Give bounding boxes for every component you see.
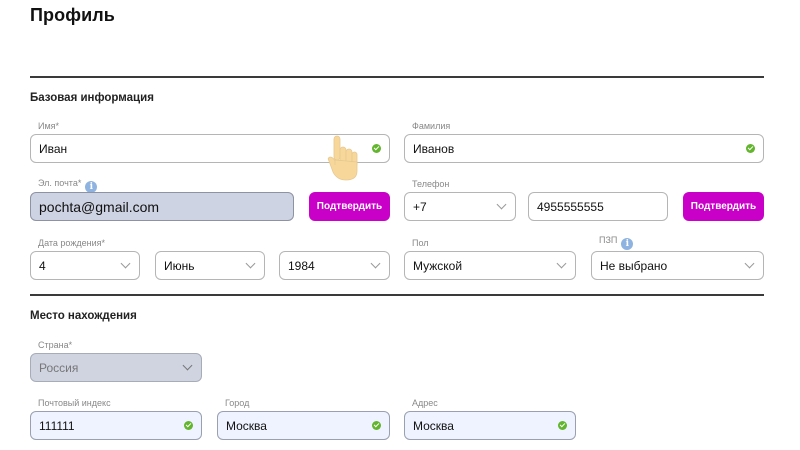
phone-code-select[interactable]: +7 (404, 192, 516, 221)
last-name-field[interactable]: Иванов (404, 134, 764, 163)
section-title-basic: Базовая информация (30, 92, 154, 104)
country-value: Россия (39, 360, 79, 375)
check-icon (558, 421, 567, 430)
section-title-location: Место нахождения (30, 310, 137, 322)
postal-code-value: 111111 (39, 418, 75, 433)
pzp-label-text: ПЗП (599, 235, 618, 245)
last-name-label: Фамилия (412, 121, 451, 131)
required-mark: * (68, 340, 73, 350)
gender-value: Мужской (413, 258, 463, 273)
check-icon (184, 421, 193, 430)
birth-month-select[interactable]: Июнь (155, 251, 265, 280)
address-field[interactable]: Москва (404, 411, 576, 440)
postal-code-label: Почтовый индекс (38, 398, 111, 408)
pzp-value: Не выбрано (600, 258, 668, 273)
pzp-select[interactable]: Не выбрано (591, 251, 764, 280)
confirm-email-button[interactable]: Подтвердить (309, 192, 390, 221)
confirm-phone-button[interactable]: Подтвердить (683, 192, 764, 221)
first-name-label-text: Имя (38, 121, 56, 131)
country-label: Страна* (38, 340, 72, 350)
check-icon (372, 144, 381, 153)
city-label: Город (225, 398, 250, 408)
page-title: Профиль (30, 5, 115, 25)
check-icon (372, 421, 381, 430)
city-value: Москва (226, 418, 267, 433)
birth-date-label: Дата рождения* (38, 238, 105, 248)
required-mark: * (101, 238, 106, 248)
info-icon[interactable]: i (621, 238, 634, 250)
hand-cursor-icon (327, 135, 358, 181)
top-divider (30, 76, 764, 78)
email-label: Эл. почта* i (38, 178, 98, 193)
country-label-text: Страна (38, 340, 69, 350)
email-value: pochta@gmail.com (39, 198, 160, 215)
middle-divider (30, 294, 764, 296)
email-field[interactable]: pochta@gmail.com (30, 192, 294, 221)
check-icon (746, 144, 755, 153)
required-mark: * (77, 178, 82, 188)
last-name-value: Иванов (413, 141, 455, 156)
gender-label: Пол (412, 238, 429, 248)
gender-select[interactable]: Мужской (404, 251, 576, 280)
address-label: Адрес (412, 398, 438, 408)
first-name-label: Имя* (38, 121, 59, 131)
phone-label: Телефон (412, 179, 450, 189)
phone-number-field[interactable]: 4955555555 (528, 192, 668, 221)
pzp-label: ПЗП i (599, 235, 634, 250)
address-value: Москва (413, 418, 454, 433)
email-label-text: Эл. почта (38, 178, 78, 188)
birth-day-select[interactable]: 4 (30, 251, 140, 280)
city-field[interactable]: Москва (217, 411, 390, 440)
birth-year-select[interactable]: 1984 (279, 251, 390, 280)
birth-date-label-text: Дата рождения (38, 238, 102, 248)
postal-code-field[interactable]: 111111 (30, 411, 202, 440)
required-mark: * (55, 121, 60, 131)
country-select[interactable]: Россия (30, 353, 202, 382)
phone-number-value: 4955555555 (537, 199, 604, 214)
